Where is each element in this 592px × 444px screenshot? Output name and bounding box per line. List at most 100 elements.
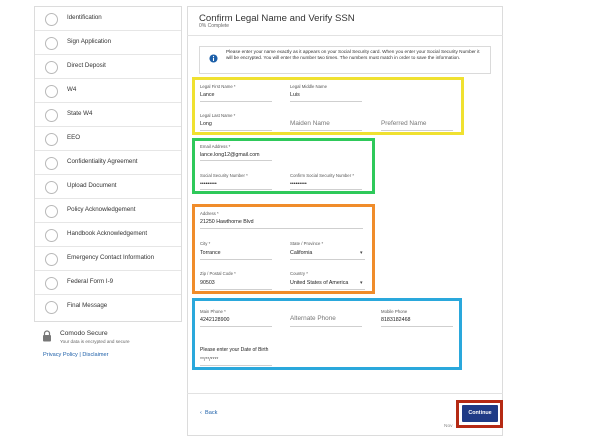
privacy-policy-link[interactable]: Privacy Policy	[43, 352, 78, 358]
secure-title: Comodo Secure	[60, 330, 108, 337]
step-direct-deposit[interactable]: Direct Deposit	[35, 55, 181, 79]
dob-input[interactable]: **/**/****	[200, 357, 218, 363]
main-phone-label: Main Phone *	[200, 309, 226, 314]
disclaimer-link[interactable]: Disclaimer	[82, 352, 108, 358]
step-handbook-acknowledgement[interactable]: Handbook Acknowledgement	[35, 223, 181, 247]
step-label: Identification	[67, 14, 102, 21]
mobile-phone-input[interactable]: 8183182468	[381, 317, 410, 323]
middle-name-input[interactable]: Luis	[290, 92, 300, 98]
city-input[interactable]: Torrance	[200, 250, 221, 256]
footer-truncated-text: Nov	[444, 424, 453, 429]
first-name-input[interactable]: Lance	[200, 92, 214, 98]
info-icon	[209, 54, 218, 63]
step-state-w4[interactable]: State W4	[35, 103, 181, 127]
footer-divider	[187, 393, 503, 394]
chevron-down-icon[interactable]: ▾	[360, 250, 363, 256]
step-emergency-contact[interactable]: Emergency Contact Information	[35, 247, 181, 271]
step-label: Direct Deposit	[67, 62, 106, 69]
address-input[interactable]: 21250 Hawthorne Blvd	[200, 219, 254, 225]
step-label: Confidentiality Agreement	[67, 158, 138, 165]
step-confidentiality-agreement[interactable]: Confidentiality Agreement	[35, 151, 181, 175]
step-identification[interactable]: Identification	[35, 7, 181, 31]
chevron-down-icon[interactable]: ▾	[360, 280, 363, 286]
step-status-circle-icon	[45, 61, 58, 74]
step-label: Upload Document	[67, 182, 117, 189]
state-underline	[290, 259, 365, 260]
dob-underline	[200, 365, 272, 366]
step-status-circle-icon	[45, 109, 58, 122]
step-status-circle-icon	[45, 13, 58, 26]
step-sign-application[interactable]: Sign Application	[35, 31, 181, 55]
state-label: State / Province *	[290, 241, 324, 246]
step-status-circle-icon	[45, 229, 58, 242]
step-status-circle-icon	[45, 277, 58, 290]
main-phone-underline	[200, 326, 272, 327]
ssn-underline	[200, 189, 272, 190]
step-eeo[interactable]: EEO	[35, 127, 181, 151]
address-label: Address *	[200, 211, 219, 216]
last-name-underline	[200, 130, 272, 131]
step-status-circle-icon	[45, 133, 58, 146]
step-status-circle-icon	[45, 181, 58, 194]
address-underline	[200, 228, 363, 229]
notice-box: Please enter your name exactly as it app…	[199, 46, 491, 74]
maiden-name-input[interactable]: Maiden Name	[290, 120, 330, 127]
last-name-input[interactable]: Long	[200, 121, 212, 127]
notice-text: Please enter your name exactly as it app…	[226, 49, 480, 60]
confirm-ssn-underline	[290, 189, 362, 190]
step-label: Sign Application	[67, 38, 112, 45]
alternate-phone-underline	[290, 326, 362, 327]
zip-input[interactable]: 90503	[200, 280, 215, 286]
step-label: Final Message	[67, 302, 108, 309]
step-status-circle-icon	[45, 37, 58, 50]
confirm-ssn-input[interactable]: •••••••••	[290, 181, 307, 187]
zip-underline	[200, 289, 272, 290]
country-select[interactable]: United States of America	[290, 280, 348, 286]
ssn-label: Social Security Number *	[200, 173, 248, 178]
zip-label: Zip / Postal Code *	[200, 271, 236, 276]
last-name-label: Legal Last Name *	[200, 113, 236, 118]
step-federal-form-i9[interactable]: Federal Form I-9	[35, 271, 181, 295]
mobile-phone-label: Mobile Phone	[381, 309, 408, 314]
mobile-phone-underline	[381, 326, 453, 327]
continue-button[interactable]: Continue	[462, 405, 498, 422]
lock-icon	[43, 330, 51, 342]
step-status-circle-icon	[45, 301, 58, 314]
secure-subtitle: Your data is encrypted and secure	[60, 339, 130, 344]
phone-section-highlight	[192, 298, 462, 370]
chevron-left-icon: ‹	[200, 410, 202, 416]
step-status-circle-icon	[45, 205, 58, 218]
middle-name-label: Legal Middle Name	[290, 84, 328, 89]
city-label: City *	[200, 241, 211, 246]
main-phone-input[interactable]: 4242128900	[200, 317, 229, 323]
step-w4[interactable]: W4	[35, 79, 181, 103]
back-label: Back	[204, 410, 218, 416]
preferred-name-input[interactable]: Preferred Name	[381, 120, 426, 127]
step-list: Identification Sign Application Direct D…	[34, 6, 182, 322]
step-final-message[interactable]: Final Message	[35, 295, 181, 319]
preferred-name-underline	[381, 130, 453, 131]
step-upload-document[interactable]: Upload Document	[35, 175, 181, 199]
middle-name-underline	[290, 101, 362, 102]
step-label: State W4	[67, 110, 93, 117]
back-link[interactable]: ‹ Back	[200, 410, 217, 416]
step-label: Policy Acknowledgement	[67, 206, 136, 213]
step-label: W4	[67, 86, 77, 93]
state-select[interactable]: California	[290, 250, 312, 256]
city-underline	[200, 259, 272, 260]
email-label: Email Address *	[200, 144, 231, 149]
progress-text: 0% Complete	[199, 23, 230, 29]
step-status-circle-icon	[45, 253, 58, 266]
step-label: Handbook Acknowledgement	[67, 230, 148, 237]
dob-label: Please enter your Date of Birth	[200, 347, 269, 353]
email-input[interactable]: lance.long12@gmail.com	[200, 152, 260, 158]
email-underline	[200, 160, 272, 161]
alternate-phone-input[interactable]: Alternate Phone	[290, 315, 336, 322]
ssn-input[interactable]: •••••••••	[200, 181, 217, 187]
footer-links: Privacy Policy | Disclaimer	[43, 352, 109, 358]
step-label: Federal Form I-9	[67, 278, 114, 285]
maiden-name-underline	[290, 130, 362, 131]
step-policy-acknowledgement[interactable]: Policy Acknowledgement	[35, 199, 181, 223]
step-status-circle-icon	[45, 157, 58, 170]
first-name-underline	[200, 101, 272, 102]
